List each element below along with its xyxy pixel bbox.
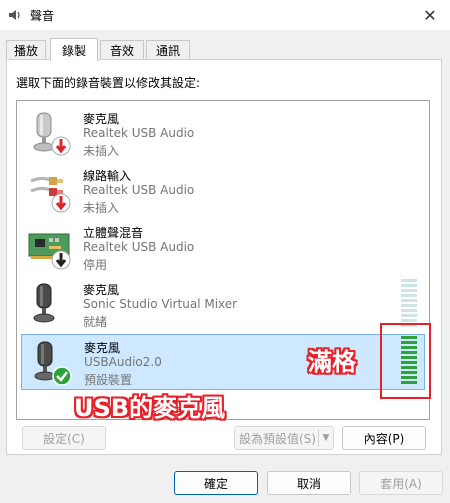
tab-label: 錄製 bbox=[61, 43, 86, 58]
tab-label: 音效 bbox=[109, 44, 134, 58]
title-bar: 聲音 ✕ bbox=[0, 0, 450, 30]
sound-card-icon bbox=[28, 233, 71, 270]
meter-segment bbox=[401, 299, 417, 302]
device-item-mic-sonic[interactable]: 麥克風 Sonic Studio Virtual Mixer 就緒 bbox=[21, 277, 425, 333]
button-label: 取消 bbox=[296, 476, 321, 491]
meter-segment bbox=[401, 289, 417, 292]
microphone-icon bbox=[34, 341, 72, 386]
window-title: 聲音 bbox=[30, 9, 55, 23]
microphone-icon bbox=[33, 112, 71, 156]
button-label: 確定 bbox=[203, 476, 228, 491]
meter-segment bbox=[401, 314, 417, 317]
meter-segment bbox=[401, 279, 417, 282]
configure-button[interactable]: 設定(C) bbox=[22, 426, 106, 450]
line-in-cable-icon bbox=[30, 176, 71, 213]
chevron-down-icon[interactable]: ▼ bbox=[318, 429, 333, 447]
device-item-mic-usb[interactable]: 麥克風 USBAudio2.0 預設裝置 bbox=[21, 334, 425, 390]
close-icon: ✕ bbox=[423, 5, 437, 25]
device-status: 就緒 bbox=[83, 315, 108, 329]
close-button[interactable]: ✕ bbox=[410, 0, 450, 30]
device-item-line-in[interactable]: 線路輸入 Realtek USB Audio 未插入 bbox=[21, 163, 425, 219]
tab-sounds[interactable]: 音效 bbox=[100, 40, 144, 60]
speaker-icon bbox=[9, 10, 20, 20]
device-status: 停用 bbox=[83, 258, 108, 272]
annotation-full-label: 滿格 bbox=[308, 348, 356, 376]
meter-segment bbox=[401, 309, 417, 312]
button-label: 設為預設值(S) bbox=[239, 431, 316, 446]
device-list[interactable]: 麥克風 Realtek USB Audio 未插入 線路輸入 Realtek U… bbox=[16, 100, 430, 420]
device-name: 麥克風 bbox=[83, 283, 120, 297]
tab-label: 播放 bbox=[13, 44, 38, 58]
annotation-usb-label: USB的麥克風 bbox=[74, 394, 226, 422]
device-status: 預設裝置 bbox=[84, 373, 133, 387]
device-name: 立體聲混音 bbox=[83, 226, 144, 240]
apply-button[interactable]: 套用(A) bbox=[359, 471, 443, 495]
level-meter bbox=[401, 279, 417, 329]
instruction-text: 選取下面的錄音裝置以修改其設定: bbox=[16, 76, 201, 90]
device-item-mic-realtek[interactable]: 麥克風 Realtek USB Audio 未插入 bbox=[21, 106, 425, 162]
device-driver: Realtek USB Audio bbox=[83, 240, 195, 254]
annotation-highlight-box bbox=[380, 323, 431, 399]
cancel-button[interactable]: 取消 bbox=[267, 471, 351, 495]
properties-button[interactable]: 內容(P) bbox=[342, 426, 426, 450]
button-label: 設定(C) bbox=[43, 431, 85, 446]
device-driver: Realtek USB Audio bbox=[83, 183, 195, 197]
tab-playback[interactable]: 播放 bbox=[6, 40, 46, 60]
button-label: 內容(P) bbox=[363, 431, 405, 446]
device-name: 線路輸入 bbox=[83, 169, 132, 183]
device-driver: USBAudio2.0 bbox=[84, 355, 162, 369]
device-name: 麥克風 bbox=[84, 341, 121, 355]
button-label: 套用(A) bbox=[380, 476, 422, 491]
tab-communications[interactable]: 通訊 bbox=[146, 40, 190, 60]
meter-segment bbox=[401, 284, 417, 287]
tab-recording[interactable]: 錄製 bbox=[50, 38, 98, 61]
microphone-icon bbox=[33, 283, 55, 323]
device-item-stereo-mix[interactable]: 立體聲混音 Realtek USB Audio 停用 bbox=[21, 220, 425, 276]
device-name: 麥克風 bbox=[83, 112, 120, 126]
device-driver: Realtek USB Audio bbox=[83, 126, 195, 140]
device-status: 未插入 bbox=[83, 201, 120, 215]
meter-segment bbox=[401, 319, 417, 322]
set-default-button[interactable]: 設為預設值(S) ▼ bbox=[234, 426, 334, 450]
meter-segment bbox=[401, 294, 417, 297]
device-status: 未插入 bbox=[83, 144, 120, 158]
tab-label: 通訊 bbox=[155, 44, 180, 58]
meter-segment bbox=[401, 304, 417, 307]
ok-button[interactable]: 確定 bbox=[174, 471, 258, 495]
device-driver: Sonic Studio Virtual Mixer bbox=[83, 297, 238, 311]
